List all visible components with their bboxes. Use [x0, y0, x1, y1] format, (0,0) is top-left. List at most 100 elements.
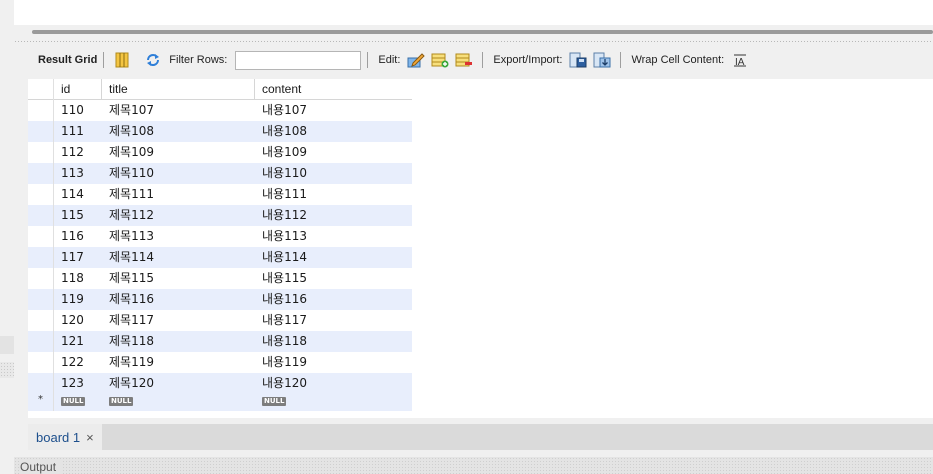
cell-content[interactable]: 내용119 — [255, 352, 412, 373]
cell-id[interactable]: 123 — [54, 373, 102, 394]
table-row[interactable]: 117 제목114 내용114 — [28, 247, 412, 268]
cell-content[interactable]: 내용116 — [255, 289, 412, 310]
row-header[interactable] — [28, 100, 54, 121]
cell-id[interactable]: 118 — [54, 268, 102, 289]
cell-content[interactable]: 내용120 — [255, 373, 412, 394]
row-header[interactable] — [28, 163, 54, 184]
null-cell-content[interactable]: NULL — [255, 394, 412, 411]
table-row[interactable]: 118 제목115 내용115 — [28, 268, 412, 289]
row-header[interactable] — [28, 268, 54, 289]
cell-id[interactable]: 113 — [54, 163, 102, 184]
edit-pencil-icon[interactable] — [407, 51, 426, 69]
cell-title[interactable]: 제목118 — [102, 331, 255, 352]
editor-results-splitter[interactable] — [14, 40, 933, 44]
cell-id[interactable]: 112 — [54, 142, 102, 163]
row-header[interactable] — [28, 310, 54, 331]
row-header[interactable] — [28, 142, 54, 163]
cell-title[interactable]: 제목114 — [102, 247, 255, 268]
cell-content[interactable]: 내용113 — [255, 226, 412, 247]
editor-horizontal-scrollbar[interactable] — [32, 30, 933, 34]
cell-content[interactable]: 내용118 — [255, 331, 412, 352]
cell-title[interactable]: 제목111 — [102, 184, 255, 205]
cell-title[interactable]: 제목113 — [102, 226, 255, 247]
table-row[interactable]: 114 제목111 내용111 — [28, 184, 412, 205]
null-cell-title[interactable]: NULL — [102, 394, 255, 411]
grid-layout-icon[interactable] — [113, 51, 131, 69]
table-row[interactable]: 116 제목113 내용113 — [28, 226, 412, 247]
tab-board-1[interactable]: board 1 × — [28, 424, 102, 450]
cell-title[interactable]: 제목115 — [102, 268, 255, 289]
table-row[interactable]: 120 제목117 내용117 — [28, 310, 412, 331]
row-header[interactable] — [28, 289, 54, 310]
cell-id[interactable]: 115 — [54, 205, 102, 226]
cell-content[interactable]: 내용107 — [255, 100, 412, 121]
panel-resize-grip[interactable] — [0, 362, 14, 378]
table-row[interactable]: 123 제목120 내용120 — [28, 373, 412, 394]
new-row[interactable]: * NULL NULL NULL — [28, 394, 412, 411]
row-header[interactable] — [28, 226, 54, 247]
table-row[interactable]: 112 제목109 내용109 — [28, 142, 412, 163]
toolbar-separator — [103, 52, 105, 68]
delete-row-icon[interactable] — [455, 51, 473, 69]
table-row[interactable]: 111 제목108 내용108 — [28, 121, 412, 142]
row-header[interactable] — [28, 205, 54, 226]
cell-title[interactable]: 제목107 — [102, 100, 255, 121]
cell-id[interactable]: 116 — [54, 226, 102, 247]
null-cell-id[interactable]: NULL — [54, 394, 102, 411]
cell-id[interactable]: 119 — [54, 289, 102, 310]
cell-id[interactable]: 120 — [54, 310, 102, 331]
panel-collapse-handle[interactable] — [0, 336, 14, 354]
table-row[interactable]: 113 제목110 내용110 — [28, 163, 412, 184]
cell-title[interactable]: 제목116 — [102, 289, 255, 310]
cell-title[interactable]: 제목119 — [102, 352, 255, 373]
table-row[interactable]: 110 제목107 내용107 — [28, 100, 412, 121]
row-header[interactable] — [28, 184, 54, 205]
table-row[interactable]: 122 제목119 내용119 — [28, 352, 412, 373]
result-grid: id title content 110 제목107 내용107 111 제목108 내용… — [28, 79, 412, 418]
table-row[interactable]: 121 제목118 내용118 — [28, 331, 412, 352]
cell-content[interactable]: 내용114 — [255, 247, 412, 268]
cell-title[interactable]: 제목112 — [102, 205, 255, 226]
row-header[interactable] — [28, 121, 54, 142]
cell-content[interactable]: 내용109 — [255, 142, 412, 163]
cell-id[interactable]: 121 — [54, 331, 102, 352]
column-header-content[interactable]: content — [255, 79, 412, 100]
cell-title[interactable]: 제목110 — [102, 163, 255, 184]
row-header[interactable] — [28, 373, 54, 394]
cell-content[interactable]: 내용110 — [255, 163, 412, 184]
filter-rows-input[interactable] — [235, 50, 362, 70]
refresh-icon[interactable] — [144, 51, 162, 69]
cell-title[interactable]: 제목117 — [102, 310, 255, 331]
cell-title[interactable]: 제목108 — [102, 121, 255, 142]
cell-id[interactable]: 110 — [54, 100, 102, 121]
table-row[interactable]: 119 제목116 내용116 — [28, 289, 412, 310]
wrap-text-icon[interactable]: IA — [731, 51, 749, 69]
add-row-icon[interactable] — [431, 51, 449, 69]
tab-label: board 1 — [36, 429, 81, 445]
cell-id[interactable]: 122 — [54, 352, 102, 373]
result-grid-tab[interactable]: Result Grid — [38, 54, 97, 66]
cell-content[interactable]: 내용117 — [255, 310, 412, 331]
output-panel-bar[interactable] — [14, 457, 933, 474]
cell-id[interactable]: 114 — [54, 184, 102, 205]
export-icon[interactable] — [569, 51, 587, 69]
column-header-title[interactable]: title — [102, 79, 255, 100]
row-header[interactable] — [28, 247, 54, 268]
cell-title[interactable]: 제목120 — [102, 373, 255, 394]
cell-content[interactable]: 내용108 — [255, 121, 412, 142]
cell-id[interactable]: 117 — [54, 247, 102, 268]
cell-content[interactable]: 내용111 — [255, 184, 412, 205]
row-header-corner[interactable] — [28, 79, 54, 100]
cell-content[interactable]: 내용112 — [255, 205, 412, 226]
table-row[interactable]: 115 제목112 내용112 — [28, 205, 412, 226]
column-header-id[interactable]: id — [54, 79, 102, 100]
row-header[interactable] — [28, 352, 54, 373]
import-icon[interactable] — [593, 51, 611, 69]
sql-editor-area[interactable] — [14, 0, 933, 25]
cell-id[interactable]: 111 — [54, 121, 102, 142]
cell-content[interactable]: 내용115 — [255, 268, 412, 289]
close-icon[interactable]: × — [86, 430, 94, 445]
cell-title[interactable]: 제목109 — [102, 142, 255, 163]
toolbar-separator — [482, 52, 484, 68]
row-header[interactable] — [28, 331, 54, 352]
